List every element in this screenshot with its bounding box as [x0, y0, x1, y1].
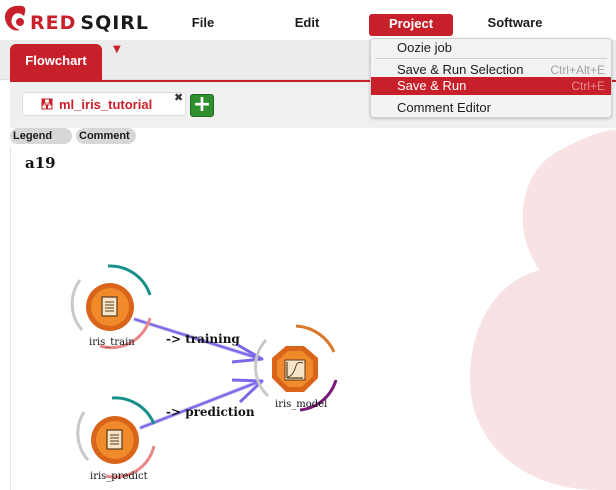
- menu-item-shortcut: Ctrl+E: [571, 79, 605, 93]
- project-dropdown-menu: Oozie job Save & Run Selection Ctrl+Alt+…: [370, 38, 612, 118]
- menu-item-label: Oozie job: [397, 40, 452, 55]
- menu-item-oozie-job[interactable]: Oozie job: [371, 39, 611, 57]
- node-label-iris-train: iris_train: [89, 337, 135, 348]
- squirrel-watermark-icon: [470, 130, 616, 490]
- node-label-iris-predict: iris_predict: [90, 471, 148, 482]
- menu-item-label: Save & Run: [397, 78, 467, 93]
- menu-item-comment-editor[interactable]: Comment Editor: [371, 99, 611, 117]
- document-icon: [106, 429, 123, 450]
- document-icon: [101, 296, 118, 317]
- link-prediction[interactable]: [139, 378, 264, 430]
- menu-item-save-run[interactable]: Save & Run Ctrl+E: [371, 77, 611, 95]
- node-iris-model[interactable]: iris_model: [254, 324, 338, 412]
- app-window: RED SQIRL File Edit Project Software Flow…: [0, 0, 616, 490]
- node-iris-predict[interactable]: iris_predict: [76, 396, 156, 482]
- node-label-iris-model: iris_model: [275, 399, 327, 410]
- menu-separator: [375, 58, 607, 59]
- node-iris-train[interactable]: iris_train: [70, 264, 152, 350]
- chart-icon: [284, 359, 306, 381]
- menu-item-label: Comment Editor: [397, 100, 491, 115]
- link-label-prediction: -> prediction: [166, 405, 255, 419]
- link-label-training: -> training: [166, 332, 240, 346]
